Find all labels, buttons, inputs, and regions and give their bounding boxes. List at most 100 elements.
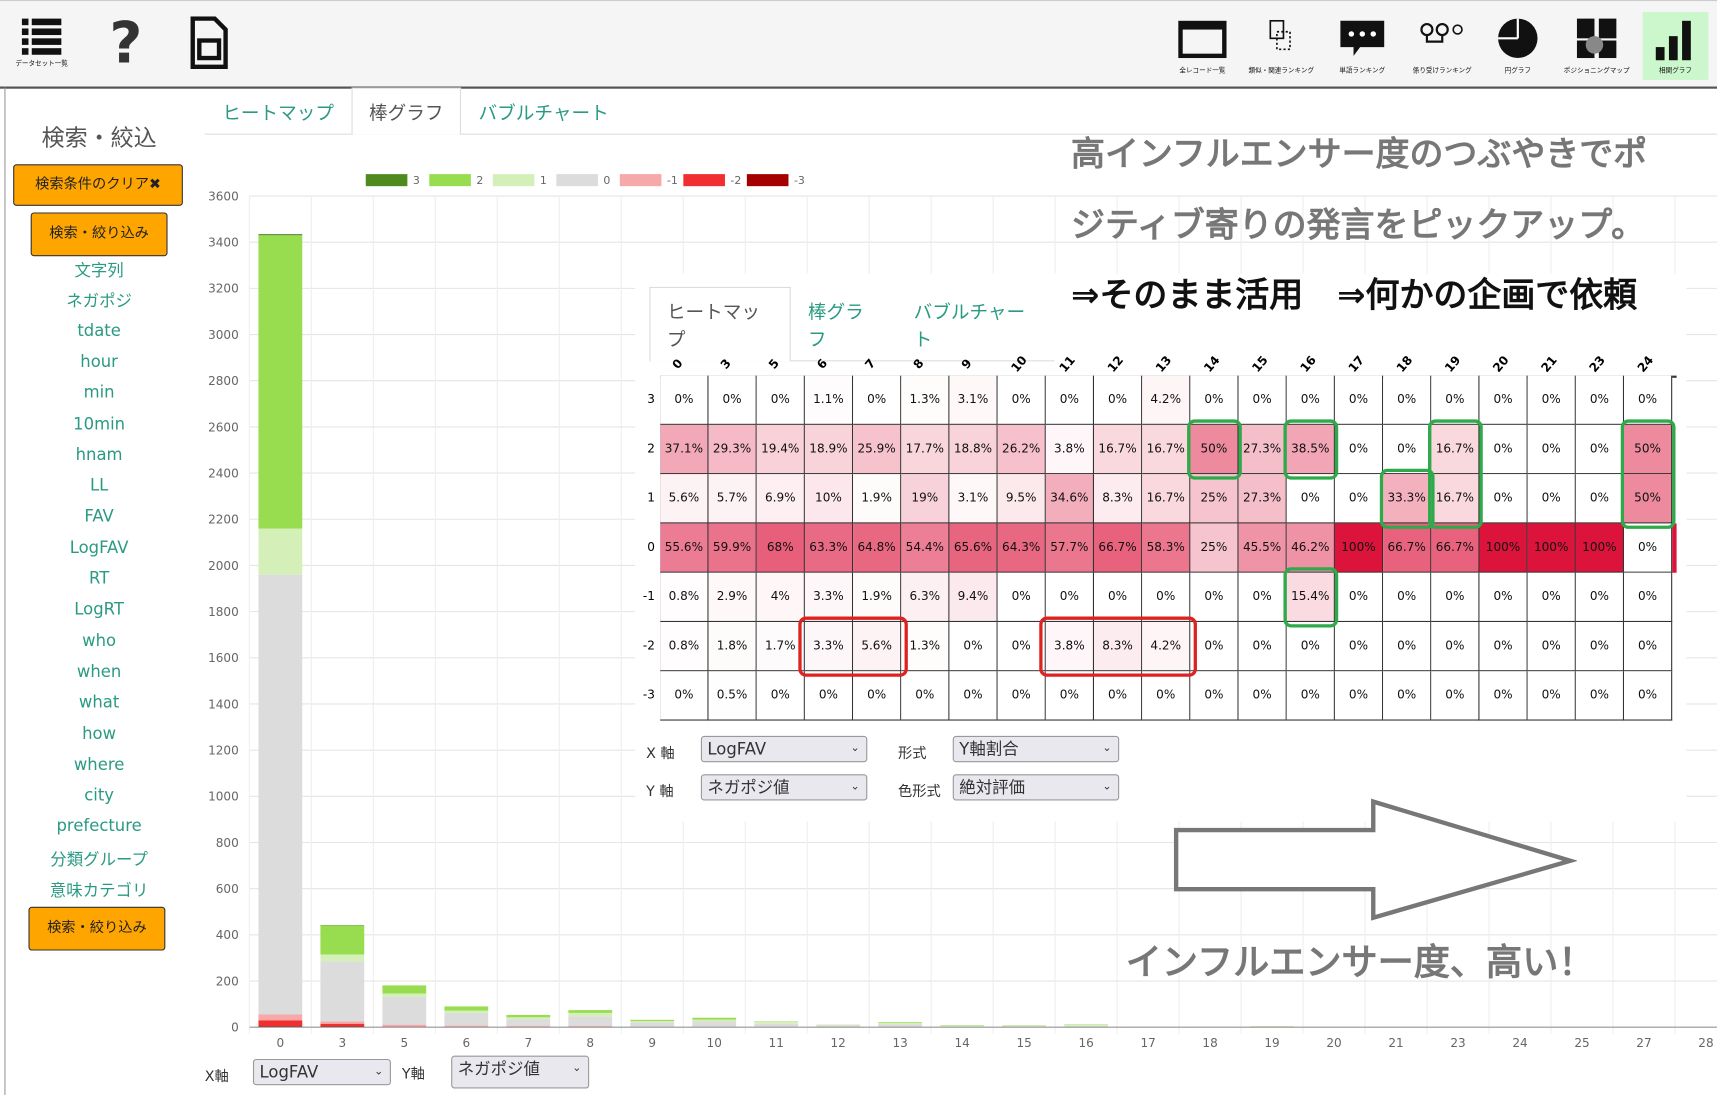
- heatmap-cell[interactable]: 17.7%: [901, 424, 950, 475]
- help-icon[interactable]: ?: [93, 15, 159, 72]
- sidebar-item[interactable]: LogRT: [9, 599, 190, 619]
- heatmap-cell[interactable]: 3.1%: [949, 474, 998, 524]
- heatmap-cell[interactable]: 4.2%: [1142, 375, 1191, 425]
- heatmap-cell[interactable]: 37.1%: [660, 424, 709, 475]
- heatmap-cell[interactable]: 0%: [660, 671, 709, 721]
- heatmap-cell[interactable]: 0%: [1142, 572, 1191, 623]
- heatmap-cell[interactable]: 0%: [1575, 572, 1625, 623]
- heatmap-cell[interactable]: 0%: [1238, 622, 1287, 672]
- heatmap-cell[interactable]: 27.3%: [1238, 474, 1287, 524]
- heatmap-cell[interactable]: 18.9%: [804, 424, 854, 475]
- heatmap-cell[interactable]: 0%: [949, 671, 998, 721]
- heatmap-cell[interactable]: 59.9%: [708, 523, 757, 573]
- heatmap-cell[interactable]: 8.3%: [1094, 474, 1143, 524]
- heatmap-cell[interactable]: 19%: [901, 474, 950, 524]
- sidebar-item[interactable]: hour: [9, 351, 190, 371]
- heatmap-cell[interactable]: 0%: [1286, 622, 1335, 672]
- heatmap-cell[interactable]: 0%: [1624, 523, 1673, 573]
- heatmap-cell[interactable]: 0%: [1238, 671, 1287, 721]
- heatmap-cell[interactable]: 0%: [1527, 671, 1576, 721]
- heatmap-cell[interactable]: 100%: [1479, 523, 1528, 573]
- heatmap-cell[interactable]: 0%: [1383, 375, 1432, 425]
- toolbar-button-window[interactable]: 全レコード一覧: [1170, 16, 1236, 74]
- sidebar-item[interactable]: prefecture: [9, 816, 190, 836]
- heatmap-cell[interactable]: 64.8%: [853, 523, 902, 573]
- heatmap-cell[interactable]: 100%: [1527, 523, 1576, 573]
- toolbar-button-bar-chart[interactable]: 相関グラフ: [1642, 12, 1709, 80]
- heatmap-cell[interactable]: 0%: [1094, 375, 1143, 425]
- heatmap-cell[interactable]: 0%: [708, 375, 757, 425]
- heatmap-cell[interactable]: 0%: [1286, 671, 1335, 721]
- heatmap-cell[interactable]: 0%: [1045, 671, 1095, 721]
- heatmap-cell[interactable]: 9.4%: [949, 572, 998, 623]
- heatmap-cell[interactable]: 57.7%: [1045, 523, 1095, 573]
- heatmap-cell[interactable]: 0%: [1431, 671, 1480, 721]
- heatmap-cell[interactable]: 18.8%: [949, 424, 998, 475]
- heatmap-cell[interactable]: 29.3%: [708, 424, 757, 475]
- heatmap-cell[interactable]: 5.6%: [660, 474, 709, 524]
- heatmap-cell[interactable]: 3.8%: [1045, 424, 1095, 475]
- heatmap-cell[interactable]: 25%: [1190, 523, 1239, 573]
- heatmap-cell[interactable]: 0%: [1624, 671, 1673, 721]
- toolbar-button-speech-bubble[interactable]: 単語ランキング: [1329, 16, 1395, 74]
- heatmap-cell[interactable]: 0%: [1575, 671, 1625, 721]
- sidebar-item[interactable]: 10min: [9, 413, 190, 433]
- heatmap-cell[interactable]: 0%: [804, 671, 854, 721]
- heatmap-cell[interactable]: 45.5%: [1238, 523, 1287, 573]
- heatmap-cell[interactable]: 0%: [1575, 474, 1625, 524]
- heatmap-cell[interactable]: 0%: [1527, 375, 1576, 425]
- heatmap-cell[interactable]: 4%: [756, 572, 805, 623]
- sidebar-item[interactable]: tdate: [9, 320, 190, 340]
- sidebar-item[interactable]: how: [9, 723, 190, 743]
- color-format-select[interactable]: 絶対評価 ⌄: [952, 774, 1120, 801]
- heatmap-cell[interactable]: 68%: [756, 523, 805, 573]
- heatmap-cell[interactable]: 0%: [1094, 671, 1143, 721]
- heatmap-cell[interactable]: 25%: [1190, 474, 1239, 524]
- format-select[interactable]: Y軸割合 ⌄: [952, 735, 1120, 763]
- heatmap-x-select[interactable]: LogFAV ⌄: [700, 735, 868, 763]
- tab-bubble-chart[interactable]: バブルチャート: [461, 88, 626, 134]
- x-axis-select[interactable]: LogFAV ⌄: [252, 1058, 391, 1086]
- heatmap-cell[interactable]: 0%: [1094, 572, 1143, 623]
- heatmap-tab-bubble-chart[interactable]: バブルチャート: [896, 287, 1054, 360]
- heatmap-cell[interactable]: 0%: [1045, 572, 1095, 623]
- heatmap-cell[interactable]: 0%: [1334, 622, 1384, 672]
- heatmap-cell[interactable]: 0%: [1431, 572, 1480, 623]
- heatmap-cell[interactable]: 64.3%: [997, 523, 1046, 573]
- toolbar-button-dependency[interactable]: 係り受けランキング: [1409, 16, 1475, 74]
- heatmap-cell[interactable]: 0%: [660, 375, 709, 425]
- heatmap-cell[interactable]: 0%: [1479, 671, 1528, 721]
- heatmap-cell[interactable]: 54.4%: [901, 523, 950, 573]
- sidebar-item[interactable]: where: [9, 754, 190, 774]
- heatmap-cell[interactable]: 16.7%: [1142, 424, 1191, 475]
- heatmap-cell[interactable]: 3.3%: [804, 572, 854, 623]
- heatmap-cell[interactable]: 0.8%: [660, 572, 709, 623]
- heatmap-cell[interactable]: 0%: [1479, 572, 1528, 623]
- document-button[interactable]: [175, 16, 241, 71]
- sidebar-item[interactable]: LogFAV: [9, 537, 190, 557]
- heatmap-cell[interactable]: 0%: [1527, 622, 1576, 672]
- heatmap-cell[interactable]: 0.5%: [708, 671, 757, 721]
- sidebar-item[interactable]: LL: [9, 475, 190, 495]
- heatmap-cell[interactable]: 0%: [1624, 572, 1673, 623]
- sidebar-item[interactable]: 文字列: [9, 258, 190, 281]
- heatmap-cell[interactable]: 2.9%: [708, 572, 757, 623]
- heatmap-cell[interactable]: 0.8%: [660, 622, 709, 672]
- sidebar-item[interactable]: city: [9, 785, 190, 805]
- heatmap-cell[interactable]: 0%: [901, 671, 950, 721]
- heatmap-cell[interactable]: 16.7%: [1094, 424, 1143, 475]
- heatmap-cell[interactable]: 0%: [1142, 671, 1191, 721]
- heatmap-cell[interactable]: 0%: [1334, 671, 1384, 721]
- heatmap-cell[interactable]: 0%: [1527, 474, 1576, 524]
- heatmap-cell[interactable]: 0%: [1286, 474, 1335, 524]
- toolbar-button-pie-chart[interactable]: 円グラフ: [1485, 16, 1551, 74]
- heatmap-tab-heatmap[interactable]: ヒートマップ: [649, 286, 791, 362]
- heatmap-cell[interactable]: 0%: [1527, 424, 1576, 475]
- heatmap-cell[interactable]: 0%: [1624, 375, 1673, 425]
- search-filter-button-bottom[interactable]: 検索・絞り込み: [28, 906, 166, 951]
- clear-search-button[interactable]: 検索条件のクリア✖: [13, 164, 183, 206]
- heatmap-cell[interactable]: 9.5%: [997, 474, 1046, 524]
- heatmap-cell[interactable]: 0%: [1479, 375, 1528, 425]
- heatmap-cell[interactable]: 0%: [997, 671, 1046, 721]
- heatmap-cell[interactable]: 6.3%: [901, 572, 950, 623]
